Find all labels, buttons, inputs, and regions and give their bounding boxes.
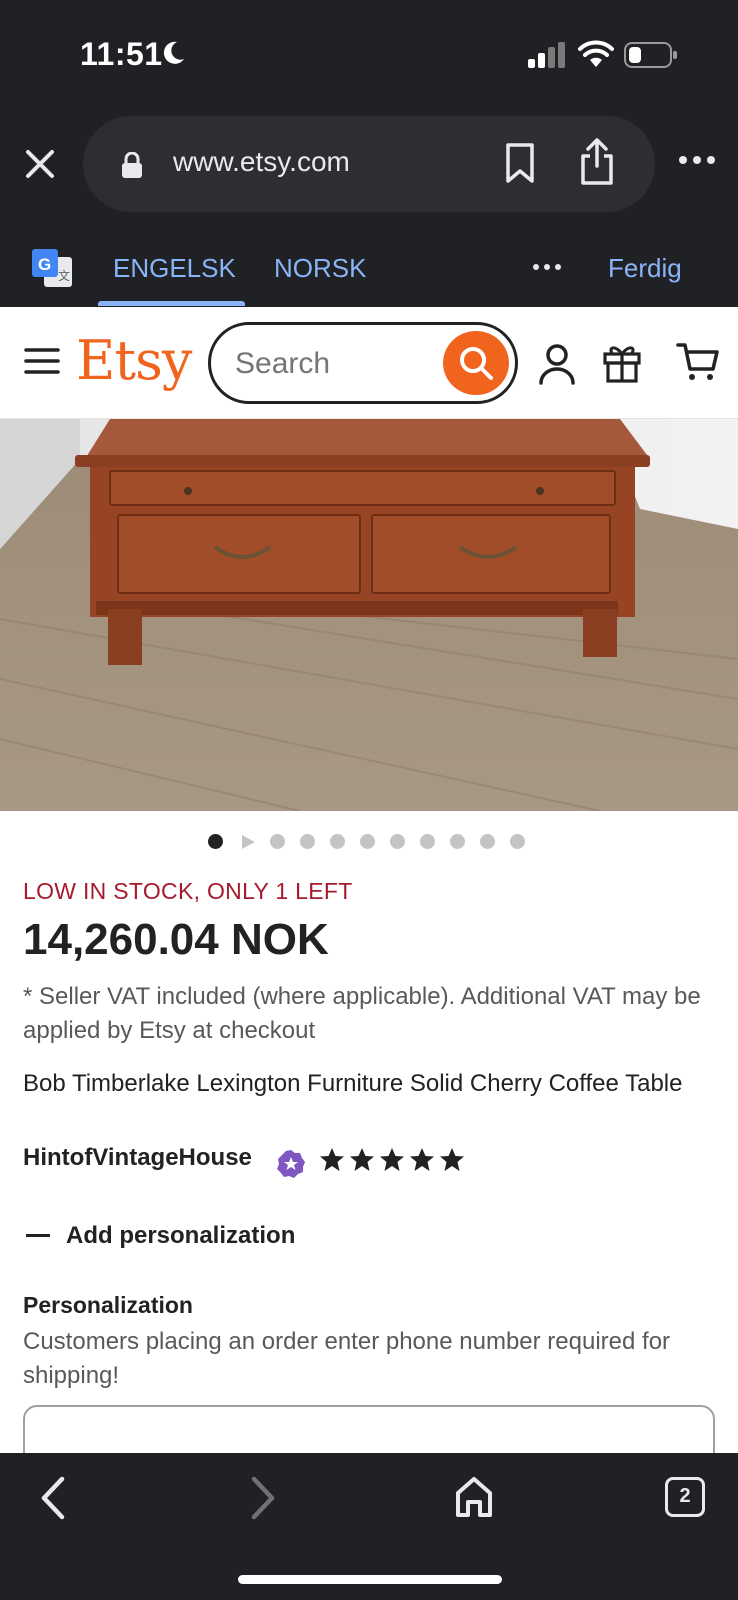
active-tab-indicator: [98, 301, 245, 306]
personalization-label: Personalization: [23, 1292, 193, 1318]
url-text[interactable]: www.etsy.com: [173, 146, 350, 178]
stock-notice: LOW IN STOCK, ONLY 1 LEFT: [23, 878, 353, 904]
coffee-table-illustration: [0, 419, 738, 811]
product-price: 14,260.04 NOK: [23, 915, 329, 964]
personalization-instructions: Customers placing an order enter phone n…: [23, 1328, 671, 1389]
carousel-dot[interactable]: [300, 834, 315, 849]
tabs-icon[interactable]: 2: [665, 1477, 705, 1517]
star-icon: [410, 1148, 434, 1171]
search-input[interactable]: Search: [208, 322, 518, 404]
share-icon[interactable]: [577, 136, 617, 186]
forward-arrow-icon[interactable]: [248, 1475, 278, 1521]
more-icon[interactable]: [678, 154, 716, 166]
battery-icon: [624, 42, 677, 68]
carousel-dot[interactable]: [270, 834, 285, 849]
bookmark-icon[interactable]: [503, 142, 537, 184]
svg-text:文: 文: [58, 268, 70, 283]
google-translate-icon: G 文: [32, 249, 72, 287]
wifi-icon: [578, 40, 614, 67]
carousel-dot[interactable]: [450, 834, 465, 849]
video-play-icon[interactable]: [240, 834, 256, 850]
user-icon[interactable]: [538, 343, 576, 385]
home-indicator: [238, 1575, 502, 1584]
address-bar[interactable]: www.etsy.com: [83, 116, 655, 212]
star-seller-badge-icon[interactable]: [276, 1149, 306, 1179]
star-icon: [380, 1148, 404, 1171]
etsy-header: Etsy Search: [0, 307, 738, 419]
translate-more-icon[interactable]: [532, 263, 562, 271]
add-personalization-label: Add personalization: [66, 1222, 296, 1249]
product-title: Bob Timberlake Lexington Furniture Solid…: [23, 1070, 683, 1097]
carousel-dot[interactable]: [360, 834, 375, 849]
tab-count: 2: [679, 1485, 691, 1507]
done-button[interactable]: Ferdig: [608, 253, 682, 284]
signal-icon: [528, 42, 565, 68]
gift-icon[interactable]: [602, 341, 642, 383]
carousel-dot[interactable]: [510, 834, 525, 849]
etsy-logo[interactable]: Etsy: [76, 329, 192, 392]
minus-icon: [26, 1234, 50, 1237]
browser-toolbar: www.etsy.com: [0, 110, 738, 225]
star-icon: [350, 1148, 374, 1171]
star-icon: [320, 1148, 344, 1171]
cart-icon[interactable]: [676, 341, 720, 383]
target-language-tab[interactable]: NORSK: [274, 253, 366, 284]
home-icon[interactable]: [454, 1475, 494, 1519]
source-language-tab[interactable]: ENGELSK: [113, 253, 236, 284]
carousel-dot[interactable]: [480, 834, 495, 849]
svg-text:G: G: [38, 255, 51, 274]
star-icon: [440, 1148, 464, 1171]
search-icon: [460, 347, 493, 380]
carousel-dot[interactable]: [330, 834, 345, 849]
search-button[interactable]: [443, 331, 509, 395]
search-placeholder: Search: [235, 347, 331, 380]
menu-icon[interactable]: [24, 347, 60, 375]
close-icon[interactable]: [20, 144, 60, 184]
status-bar: 11:51: [0, 0, 738, 110]
browser-bottom-nav: 2: [0, 1453, 738, 1600]
back-arrow-icon[interactable]: [38, 1475, 68, 1521]
translate-bar: G 文 ENGELSK NORSK Ferdig: [0, 225, 738, 307]
product-image[interactable]: [0, 419, 738, 811]
status-time: 11:51: [80, 36, 163, 72]
lock-icon: [122, 152, 142, 178]
vat-note: * Seller VAT included (where applicable)…: [23, 983, 701, 1044]
shop-name-link[interactable]: HintofVintageHouse: [23, 1144, 252, 1172]
carousel-dot[interactable]: [390, 834, 405, 849]
carousel-dot[interactable]: [208, 834, 223, 849]
moon-icon: [163, 41, 184, 64]
carousel-dot[interactable]: [420, 834, 435, 849]
